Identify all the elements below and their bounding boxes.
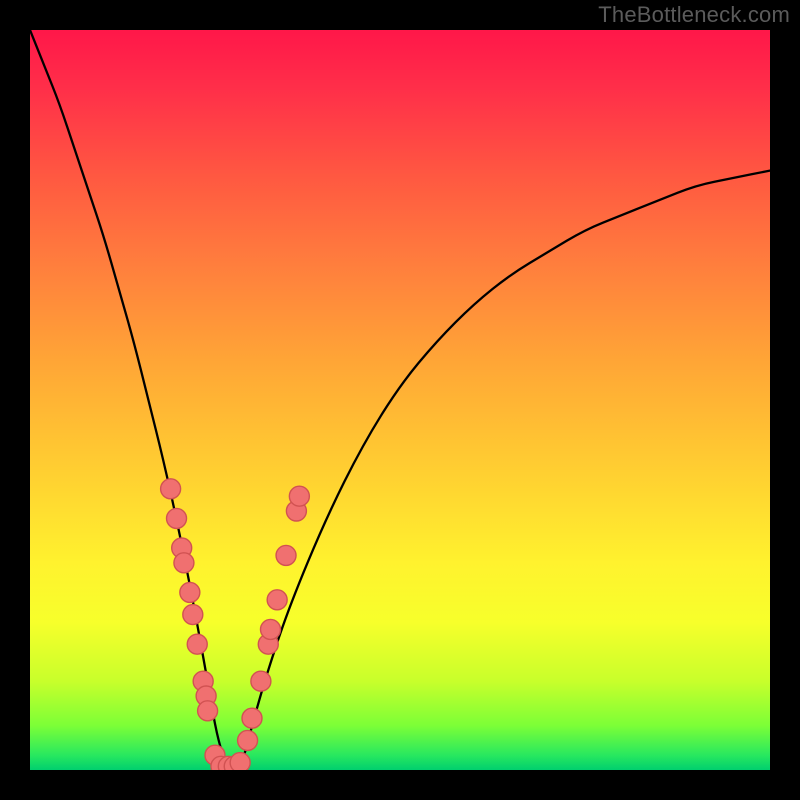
chart-marker: [198, 701, 218, 721]
chart-marker: [289, 486, 309, 506]
chart-marker: [251, 671, 271, 691]
bottleneck-curve: [30, 30, 770, 770]
chart-marker: [174, 553, 194, 573]
chart-marker: [183, 605, 203, 625]
chart-marker: [187, 634, 207, 654]
chart-svg: [30, 30, 770, 770]
chart-marker: [276, 545, 296, 565]
chart-marker: [261, 619, 281, 639]
chart-plot-area: [30, 30, 770, 770]
chart-marker: [180, 582, 200, 602]
watermark-label: TheBottleneck.com: [598, 2, 790, 28]
chart-marker: [267, 590, 287, 610]
chart-marker: [242, 708, 262, 728]
chart-marker: [230, 753, 250, 770]
chart-marker: [161, 479, 181, 499]
chart-markers: [161, 479, 310, 770]
chart-container: TheBottleneck.com: [0, 0, 800, 800]
chart-marker: [167, 508, 187, 528]
chart-marker: [238, 730, 258, 750]
